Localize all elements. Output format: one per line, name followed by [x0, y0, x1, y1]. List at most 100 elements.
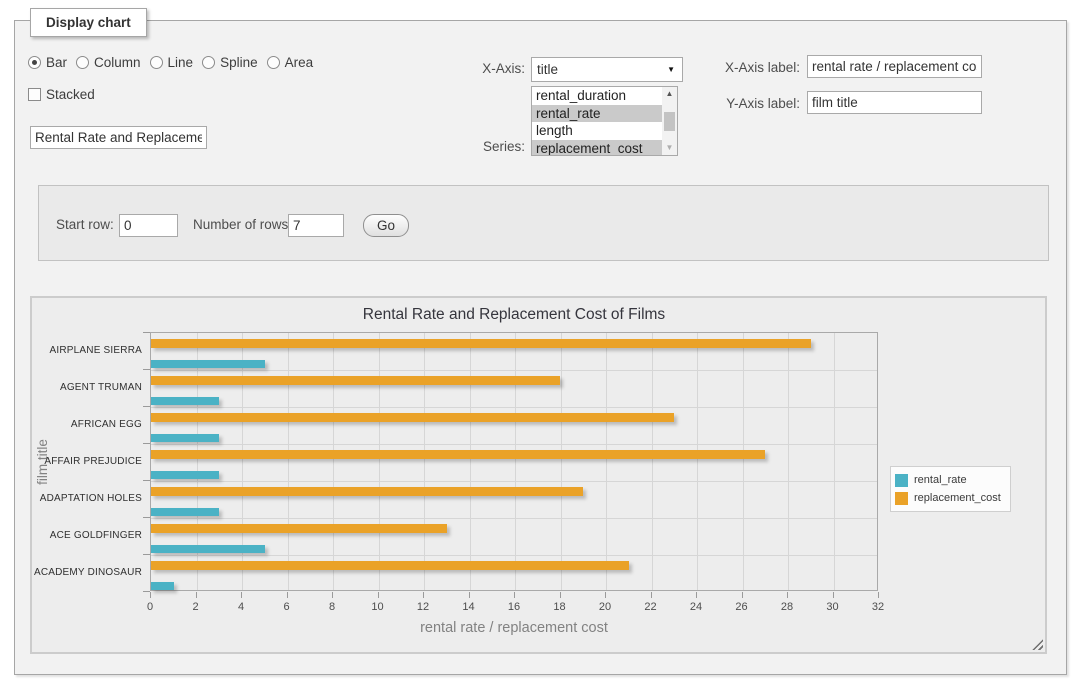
series-option-length[interactable]: length [532, 122, 662, 140]
series-option-rental_rate[interactable]: rental_rate [532, 105, 662, 123]
stacked-checkbox-icon[interactable] [28, 88, 41, 101]
bar-replacement_cost [151, 487, 583, 496]
y-tick [143, 443, 150, 444]
x-tick-label: 22 [636, 601, 666, 613]
legend-swatch [895, 474, 908, 487]
chart-title: Rental Rate and Replacement Cost of Film… [150, 306, 878, 324]
go-button[interactable]: Go [363, 214, 409, 237]
bar-replacement_cost [151, 339, 811, 348]
gridline [151, 518, 877, 519]
gridline [424, 333, 425, 590]
gridline [834, 333, 835, 590]
x-tick-label: 10 [363, 601, 393, 613]
y-tick [143, 406, 150, 407]
category-label: AIRPLANE SIERRA [32, 346, 142, 356]
chart-type-option-spline[interactable]: Spline [202, 55, 258, 70]
stacked-option[interactable]: Stacked [28, 87, 95, 102]
number-of-rows-input[interactable] [288, 214, 344, 237]
bar-rental_rate [151, 434, 219, 442]
x-tick-label: 16 [499, 601, 529, 613]
x-tick [560, 592, 561, 598]
x-tick-label: 12 [408, 601, 438, 613]
bar-rental_rate [151, 471, 219, 479]
chart-type-option-label: Line [168, 55, 194, 70]
gridline [151, 407, 877, 408]
x-tick-label: 2 [181, 601, 211, 613]
series-multiselect[interactable]: rental_durationrental_ratelengthreplacem… [531, 86, 678, 156]
y-tick [143, 554, 150, 555]
gridline [561, 333, 562, 590]
y-axis-label-input[interactable] [807, 91, 982, 114]
gridline [151, 370, 877, 371]
legend-label: replacement_cost [914, 492, 1001, 504]
gridline [470, 333, 471, 590]
radio-icon [76, 56, 89, 69]
scrollbar[interactable]: ▲ ▼ [662, 87, 677, 155]
chart-type-option-area[interactable]: Area [267, 55, 314, 70]
y-tick [143, 332, 150, 333]
x-tick [787, 592, 788, 598]
chart-type-option-bar[interactable]: Bar [28, 55, 67, 70]
category-label: ADAPTATION HOLES [32, 494, 142, 504]
scrollbar-thumb[interactable] [664, 112, 675, 131]
y-tick [143, 480, 150, 481]
radio-icon [150, 56, 163, 69]
radio-icon [202, 56, 215, 69]
x-tick-label: 4 [226, 601, 256, 613]
x-tick-label: 24 [681, 601, 711, 613]
chart-type-option-label: Spline [220, 55, 258, 70]
x-tick [833, 592, 834, 598]
gridline [333, 333, 334, 590]
scroll-up-icon[interactable]: ▲ [662, 87, 677, 101]
legend-item: rental_rate [895, 471, 1001, 489]
chart-type-option-column[interactable]: Column [76, 55, 141, 70]
chart-title-input[interactable] [30, 126, 207, 149]
gridline [379, 333, 380, 590]
x-tick [423, 592, 424, 598]
x-axis-label-label: X-Axis label: [700, 60, 800, 75]
bar-replacement_cost [151, 561, 629, 570]
x-tick-label: 14 [454, 601, 484, 613]
x-tick-label: 26 [727, 601, 757, 613]
y-axis-label-label: Y-Axis label: [700, 96, 800, 111]
panel-title: Display chart [30, 8, 147, 37]
gridline [288, 333, 289, 590]
bar-rental_rate [151, 360, 265, 368]
chart-container: Rental Rate and Replacement Cost of Film… [30, 296, 1047, 654]
start-row-input[interactable] [119, 214, 178, 237]
chevron-down-icon: ▼ [667, 58, 675, 81]
series-label: Series: [455, 139, 525, 154]
page: Display chart Bar Column Line Spline Area St… [0, 0, 1081, 681]
category-label: AFRICAN EGG [32, 420, 142, 430]
chart-type-option-label: Bar [46, 55, 67, 70]
gridline [743, 333, 744, 590]
series-option-rental_duration[interactable]: rental_duration [532, 87, 662, 105]
y-tick [143, 369, 150, 370]
chart-type-option-label: Column [94, 55, 141, 70]
bar-replacement_cost [151, 450, 765, 459]
resize-handle-icon[interactable] [1032, 639, 1043, 650]
x-tick [378, 592, 379, 598]
category-label: AGENT TRUMAN [32, 383, 142, 393]
x-axis-select[interactable]: title ▼ [531, 57, 683, 82]
series-option-replacement_cost[interactable]: replacement_cost [532, 140, 662, 157]
x-tick-label: 20 [590, 601, 620, 613]
x-axis-label-input[interactable] [807, 55, 982, 78]
bar-rental_rate [151, 397, 219, 405]
scroll-down-icon[interactable]: ▼ [662, 141, 677, 155]
category-label: ACADEMY DINOSAUR [32, 568, 142, 578]
x-tick-label: 8 [317, 601, 347, 613]
x-tick [332, 592, 333, 598]
x-tick [196, 592, 197, 598]
x-axis-title: rental rate / replacement cost [150, 620, 878, 636]
x-tick [696, 592, 697, 598]
x-tick [742, 592, 743, 598]
chart-type-option-line[interactable]: Line [150, 55, 194, 70]
bar-rental_rate [151, 545, 265, 553]
rows-panel: Start row: Number of rows: Go [38, 185, 1049, 261]
stacked-label: Stacked [46, 87, 95, 102]
radio-icon [28, 56, 41, 69]
series-options: rental_durationrental_ratelengthreplacem… [532, 87, 677, 156]
y-tick [143, 517, 150, 518]
gridline [652, 333, 653, 590]
